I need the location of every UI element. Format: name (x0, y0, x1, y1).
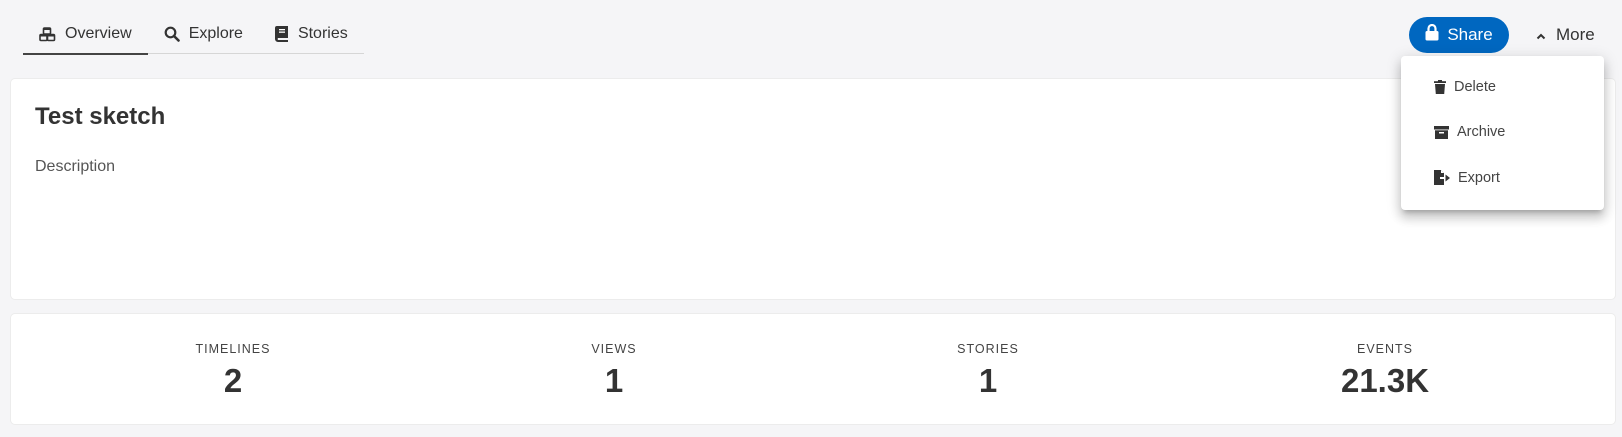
more-menu: Delete Archive Export (1401, 56, 1604, 210)
top-bar: Overview Explore Stories Share More (0, 0, 1622, 70)
more-button[interactable]: More (1528, 17, 1603, 53)
search-icon (164, 26, 180, 42)
tab-stories-label: Stories (297, 25, 348, 42)
sketch-overview-card: Test sketch Description (11, 79, 1615, 299)
stat-value: 2 (223, 362, 243, 399)
menu-item-label: Delete (1454, 78, 1496, 95)
stat-label: STORIES (957, 342, 1019, 356)
stat-timelines: TIMELINES 2 (133, 314, 333, 424)
stats-card: TIMELINES 2 VIEWS 1 STORIES 1 EVENTS 21.… (11, 314, 1615, 424)
menu-item-archive[interactable]: Archive (1401, 110, 1604, 156)
tab-explore[interactable]: Explore (148, 14, 259, 54)
stat-label: VIEWS (591, 342, 637, 356)
menu-item-delete[interactable]: Delete (1401, 64, 1604, 110)
menu-item-export[interactable]: Export (1401, 155, 1604, 201)
share-button[interactable]: Share (1409, 17, 1509, 53)
book-icon (274, 26, 289, 42)
stat-value: 1 (978, 362, 998, 399)
menu-item-label: Export (1458, 169, 1500, 186)
tab-overview-label: Overview (65, 25, 132, 42)
tab-explore-label: Explore (188, 25, 243, 42)
sketch-description: Description (35, 158, 116, 175)
share-button-label: Share (1447, 25, 1493, 44)
archive-icon (1434, 125, 1449, 139)
menu-item-label: Archive (1457, 124, 1506, 141)
stat-value: 21.3K (1340, 362, 1430, 399)
chevron-up-icon (1536, 25, 1546, 45)
more-button-label: More (1556, 25, 1595, 44)
stat-label: EVENTS (1356, 342, 1413, 356)
stat-events: EVENTS 21.3K (1285, 314, 1485, 424)
tab-overview[interactable]: Overview (23, 14, 148, 55)
stat-stories: STORIES 1 (888, 314, 1088, 424)
stat-views: VIEWS 1 (514, 314, 714, 424)
lock-icon (1425, 23, 1439, 46)
tab-stories[interactable]: Stories (259, 14, 364, 54)
tab-bar: Overview Explore Stories (23, 14, 364, 55)
stat-label: TIMELINES (195, 342, 271, 356)
trash-icon (1434, 79, 1446, 94)
cubes-icon (39, 26, 56, 42)
file-export-icon (1434, 170, 1450, 186)
sketch-title: Test sketch (35, 103, 166, 130)
stat-value: 1 (604, 362, 624, 399)
